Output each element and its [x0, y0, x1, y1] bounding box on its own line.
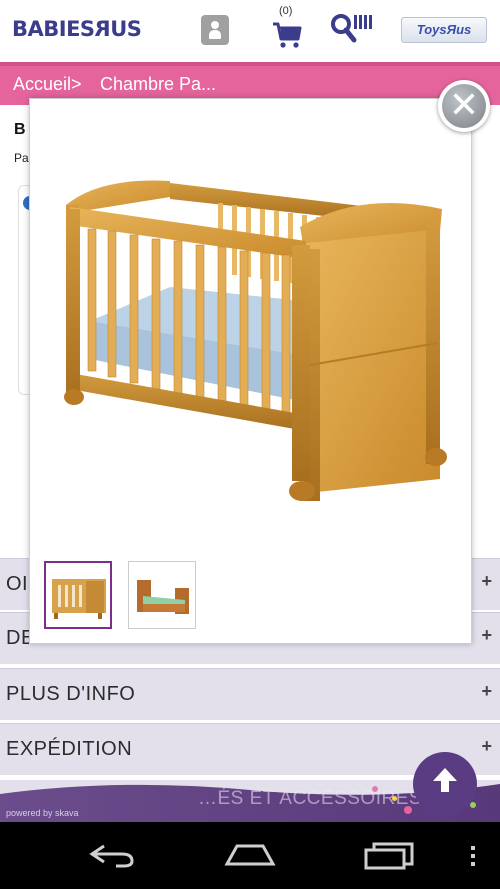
product-image-crib[interactable] — [60, 169, 450, 509]
app-header: BABIESRUS (0) ToysЯus — [0, 0, 500, 62]
back-icon[interactable] — [86, 842, 136, 868]
breadcrumb-home[interactable]: Accueil> — [13, 74, 82, 95]
toysrus-logo-button[interactable]: ToysЯus — [401, 17, 487, 43]
expand-plus-icon: + — [481, 625, 492, 645]
thumbnail-bed[interactable] — [128, 561, 196, 629]
scroll-to-top-button[interactable] — [413, 752, 477, 816]
menu-icon[interactable] — [468, 842, 478, 868]
accordion-plus-dinfo[interactable]: PLUS D'INFO + — [0, 668, 500, 720]
recents-icon[interactable] — [362, 842, 416, 870]
scroll-top-icon — [433, 768, 457, 792]
search-button[interactable] — [330, 13, 374, 45]
close-modal-button[interactable]: ✕ — [438, 80, 490, 132]
accordion-label: OI — [6, 573, 29, 595]
accordion-accessoires-label[interactable]: …ÉS ET ACCESSOIRES — [198, 788, 422, 810]
powered-by-label: powered by skava — [6, 808, 79, 818]
product-title: B — [14, 121, 26, 138]
breadcrumb-current[interactable]: Chambre Pa... — [100, 74, 216, 95]
cart-button[interactable]: (0) — [272, 5, 302, 49]
accordion-label: EXPÉDITION — [6, 738, 133, 760]
babiesrus-logo[interactable]: BABIESRUS — [12, 17, 142, 41]
account-icon[interactable] — [201, 15, 229, 45]
home-icon[interactable] — [223, 842, 277, 868]
search-icon — [331, 14, 372, 43]
expand-plus-icon: + — [481, 681, 492, 701]
expand-plus-icon: + — [481, 571, 492, 591]
close-icon: ✕ — [442, 84, 486, 128]
cart-count: (0) — [279, 5, 293, 17]
expand-plus-icon: + — [481, 736, 492, 756]
system-navigation-bar — [0, 822, 500, 889]
product-subtitle: Pa — [14, 151, 29, 165]
thumbnail-crib[interactable] — [44, 561, 112, 629]
cart-icon — [273, 22, 302, 48]
image-viewer-modal — [29, 98, 472, 644]
accordion-label: PLUS D'INFO — [6, 683, 136, 705]
